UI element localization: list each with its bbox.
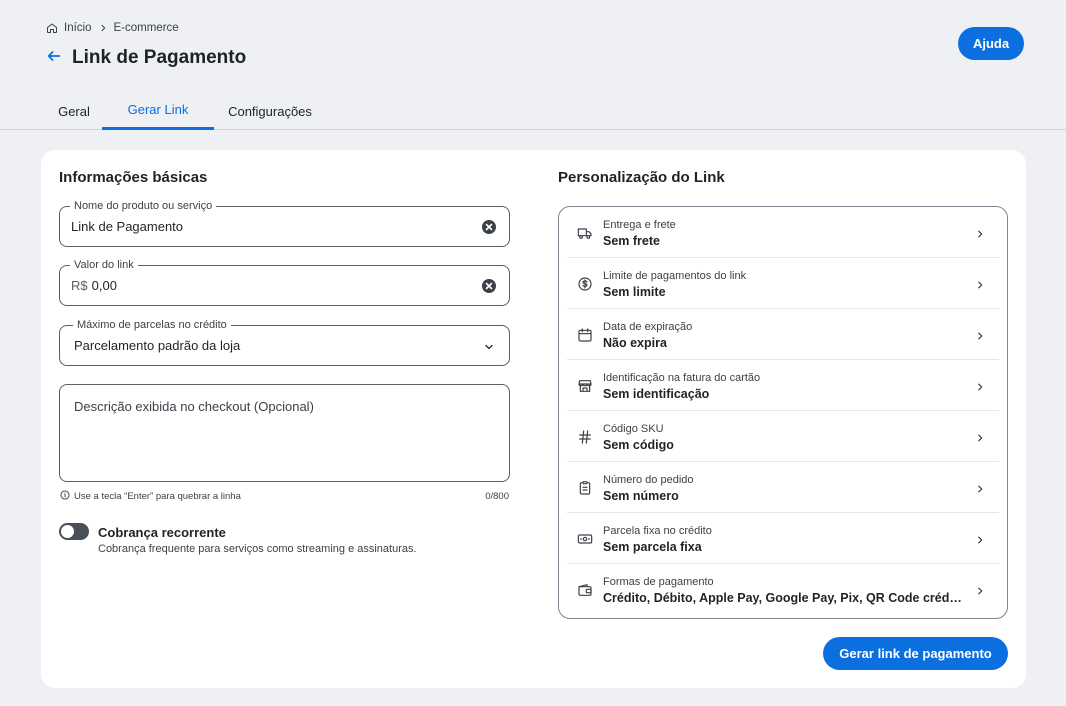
chevron-right-icon [975,584,985,602]
item-value: Sem limite [603,285,666,299]
item-value: Crédito, Débito, Apple Pay, Google Pay, … [603,591,963,605]
item-label: Data de expiração [603,321,693,333]
tab-geral[interactable]: Geral [46,92,102,130]
chevron-right-icon [975,482,985,500]
item-label: Número do pedido [603,474,694,486]
list-item-shipping[interactable]: Entrega e frete Sem frete [567,207,999,258]
amount-field[interactable]: Valor do link R$ 0,00 [59,259,510,306]
list-item-expiration[interactable]: Data de expiração Não expira [567,309,999,360]
toggle-knob [61,525,74,538]
product-name-value: Link de Pagamento [71,219,184,234]
recurring-description: Cobrança frequente para serviços como st… [98,543,417,555]
chevron-right-icon [975,329,985,347]
character-counter: 0/800 [485,491,509,502]
item-label: Formas de pagamento [603,576,714,588]
clear-icon[interactable] [481,219,497,235]
item-value: Não expira [603,336,667,350]
item-value: Sem código [603,438,674,452]
tab-configuracoes[interactable]: Configurações [214,92,326,130]
chevron-down-icon [483,340,495,358]
list-item-statement-descriptor[interactable]: Identificação na fatura do cartão Sem id… [567,360,999,411]
clear-icon[interactable] [481,278,497,294]
amount-value-wrap: R$ 0,00 [71,266,117,305]
clipboard-icon [577,480,593,496]
dollar-circle-icon [577,276,593,292]
description-hint: Use a tecla “Enter” para quebrar a linha [74,491,241,502]
currency-prefix: R$ [71,278,88,293]
list-item-fixed-installment[interactable]: Parcela fixa no crédito Sem parcela fixa [567,513,999,564]
breadcrumb: Início E-commerce [46,22,179,34]
chevron-right-icon [975,380,985,398]
wallet-icon [577,582,593,598]
list-item-payment-methods[interactable]: Formas de pagamento Crédito, Débito, App… [567,564,999,615]
truck-icon [577,225,593,241]
customization-list: Entrega e frete Sem frete Limite de paga… [558,206,1008,619]
recurring-title: Cobrança recorrente [98,525,226,540]
list-item-payment-limit[interactable]: Limite de pagamentos do link Sem limite [567,258,999,309]
chevron-right-icon [975,431,985,449]
store-icon [577,378,593,394]
generate-link-button[interactable]: Gerar link de pagamento [823,637,1008,670]
tab-bar: Geral Gerar Link Configurações [0,92,1066,130]
product-name-field[interactable]: Nome do produto ou serviço Link de Pagam… [59,200,510,247]
item-label: Entrega e frete [603,219,676,231]
description-textarea[interactable]: Descrição exibida no checkout (Opcional) [59,384,510,482]
breadcrumb-current: E-commerce [113,22,179,34]
calendar-icon [577,327,593,343]
page: Início E-commerce Link de Pagamento Ajud… [0,0,1066,706]
installments-value: Parcelamento padrão da loja [74,338,241,353]
item-value: Sem número [603,489,679,503]
description-hint-row: Use a tecla “Enter” para quebrar a linha… [60,490,509,503]
hash-icon [577,429,593,445]
item-value: Sem frete [603,234,660,248]
chevron-right-icon [98,23,108,33]
list-item-sku[interactable]: Código SKU Sem código [567,411,999,462]
item-label: Parcela fixa no crédito [603,525,712,537]
item-value: Sem identificação [603,387,710,401]
title-row: Link de Pagamento [46,47,246,69]
amount-value: 0,00 [91,278,117,293]
info-icon [60,490,70,503]
home-icon[interactable] [46,22,58,34]
tab-gerar-link[interactable]: Gerar Link [102,92,214,130]
recurring-toggle[interactable] [59,523,89,540]
hint-wrap: Use a tecla “Enter” para quebrar a linha [60,490,241,503]
chevron-right-icon [975,278,985,296]
list-item-order-number[interactable]: Número do pedido Sem número [567,462,999,513]
description-placeholder: Descrição exibida no checkout (Opcional) [74,399,314,414]
banknote-icon [577,531,593,547]
back-arrow-icon[interactable] [46,48,62,69]
installments-select[interactable]: Máximo de parcelas no crédito Parcelamen… [59,319,510,366]
help-button[interactable]: Ajuda [958,27,1024,60]
item-label: Identificação na fatura do cartão [603,372,761,384]
breadcrumb-home[interactable]: Início [64,22,92,34]
chevron-right-icon [975,533,985,551]
item-value: Sem parcela fixa [603,540,702,554]
page-title: Link de Pagamento [72,47,247,68]
basic-info-title: Informações básicas [59,169,208,186]
item-label: Limite de pagamentos do link [603,270,747,282]
customization-title: Personalização do Link [558,169,725,186]
item-label: Código SKU [603,423,664,435]
chevron-right-icon [975,227,985,245]
